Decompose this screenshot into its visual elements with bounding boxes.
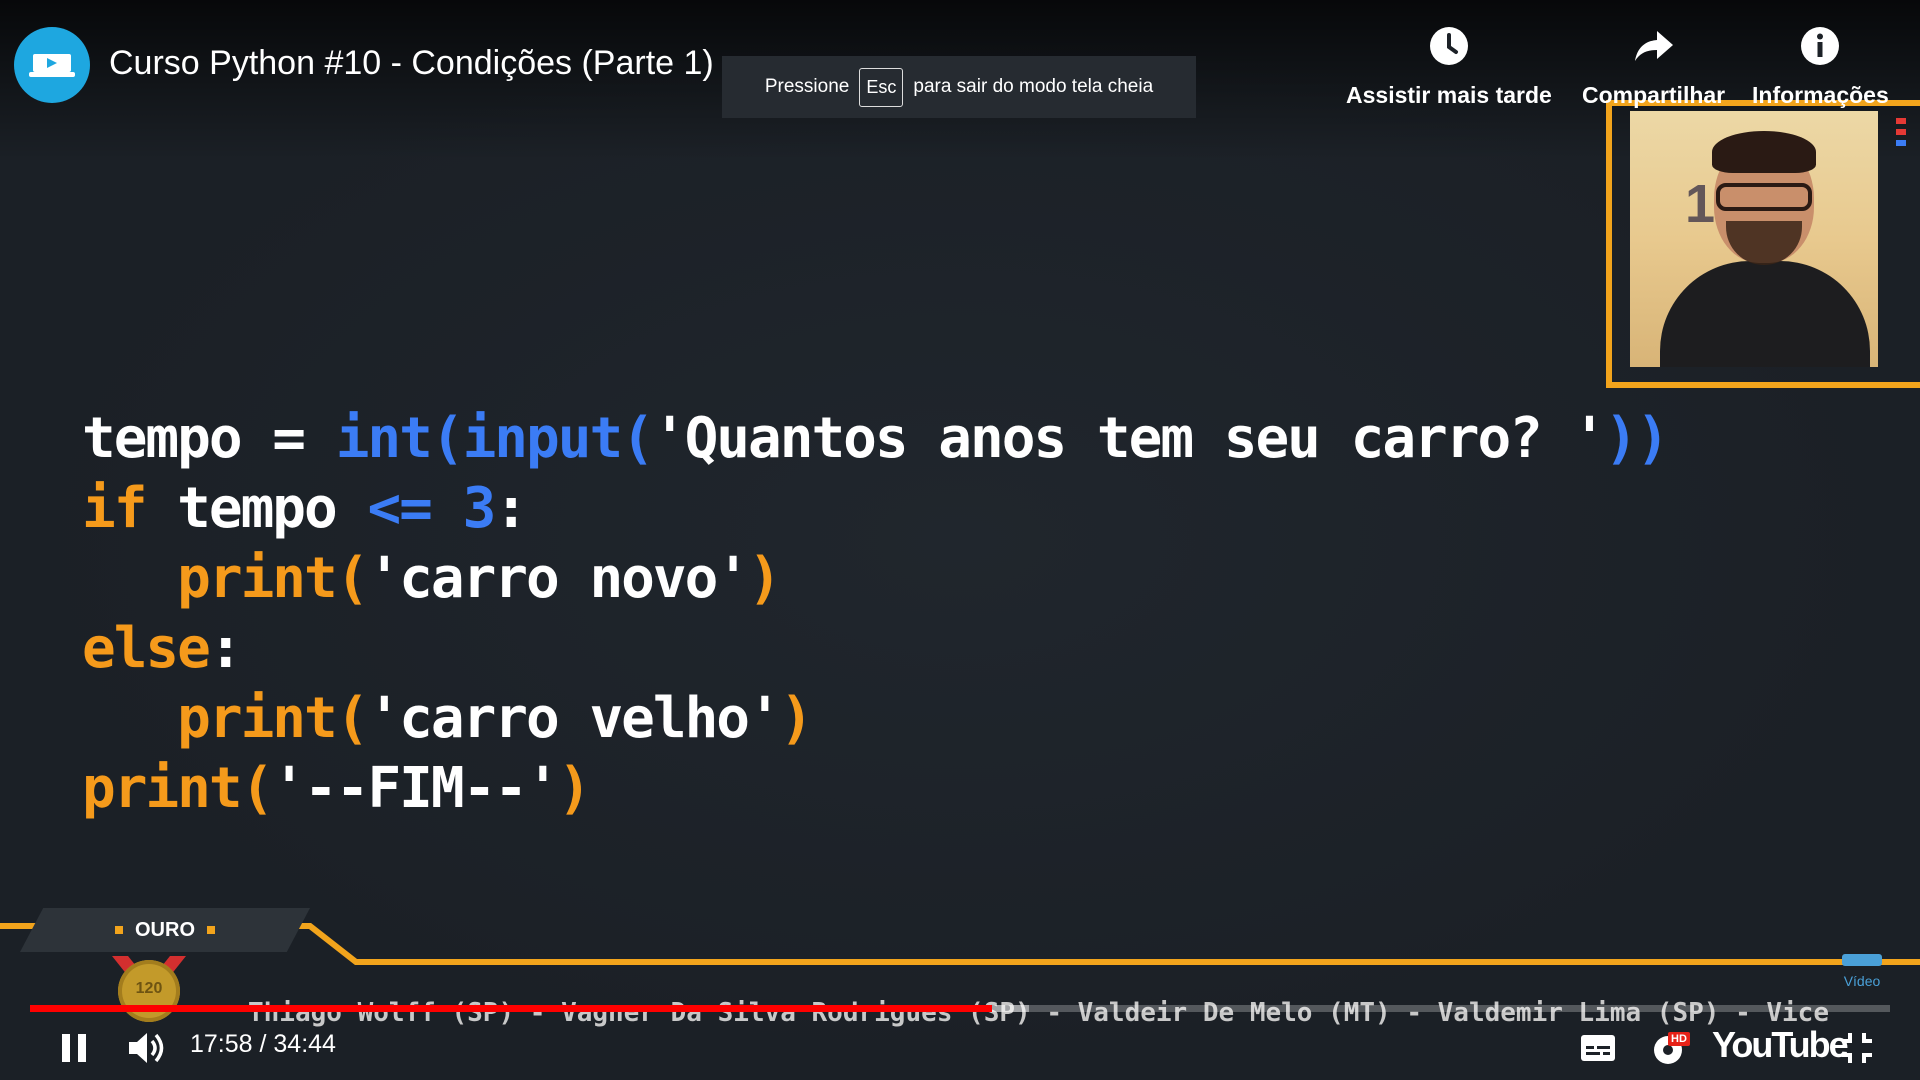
subtitles-button[interactable] bbox=[1578, 1030, 1618, 1066]
volume-icon bbox=[129, 1033, 164, 1063]
code-line: tempo = int(input('Quantos anos tem seu … bbox=[82, 404, 1670, 474]
share-label: Compartilhar bbox=[1582, 82, 1726, 108]
medal-icon: 120 bbox=[118, 960, 180, 1022]
code-token: '--FIM--' bbox=[272, 756, 559, 821]
code-token: 'Quantos anos tem seu carro? ' bbox=[652, 406, 1606, 471]
code-token: tempo bbox=[177, 476, 368, 541]
info-label: Informações bbox=[1752, 82, 1889, 108]
esc-key: Esc bbox=[859, 67, 904, 107]
pause-icon bbox=[62, 1034, 86, 1062]
clock-icon bbox=[1429, 27, 1468, 65]
exit-fullscreen-button[interactable] bbox=[1838, 1030, 1876, 1066]
channel-logo-icon bbox=[29, 54, 75, 77]
code-token: tempo = bbox=[82, 406, 336, 471]
code-token: else bbox=[82, 616, 211, 681]
subtitles-icon bbox=[1581, 1035, 1615, 1061]
presenter-hair bbox=[1712, 131, 1816, 173]
code-line: else: bbox=[82, 614, 1668, 684]
code-token: ) bbox=[748, 546, 782, 611]
share-button[interactable]: Compartilhar bbox=[1582, 22, 1725, 109]
video-frame[interactable]: 1 et tempo = int(input('Quantos anos tem… bbox=[0, 0, 1920, 1080]
tier-label: OURO bbox=[135, 918, 195, 941]
side-decoration bbox=[1896, 118, 1906, 151]
pause-button[interactable] bbox=[56, 1030, 92, 1066]
code-line: print('carro novo') bbox=[82, 544, 1668, 614]
volume-button[interactable] bbox=[126, 1028, 170, 1068]
youtube-logo[interactable]: YouTube bbox=[1712, 1024, 1849, 1066]
presenter-body bbox=[1660, 261, 1870, 367]
code-token: 'carro novo' bbox=[367, 546, 750, 611]
code-token: if bbox=[82, 476, 178, 541]
settings-button[interactable]: HD bbox=[1648, 1026, 1694, 1070]
code-token: print( bbox=[82, 686, 369, 751]
toast-prefix: Pressione bbox=[764, 76, 850, 97]
channel-avatar[interactable] bbox=[14, 27, 90, 103]
code-line: print('--FIM--') bbox=[82, 754, 1668, 824]
info-button[interactable]: Informações bbox=[1752, 22, 1889, 109]
code-token: : bbox=[208, 616, 243, 681]
presenter-glasses bbox=[1716, 183, 1812, 211]
code-block: tempo = int(input('Quantos anos tem seu … bbox=[82, 404, 1670, 824]
code-token: ) bbox=[779, 686, 814, 751]
watch-later-button[interactable]: Assistir mais tarde bbox=[1346, 22, 1552, 109]
code-token: )) bbox=[1604, 406, 1669, 471]
progress-bar[interactable] bbox=[30, 1005, 1890, 1012]
fullscreen-exit-toast: Pressione Esc para sair do modo tela che… bbox=[722, 56, 1196, 118]
code-token: ) bbox=[557, 756, 592, 821]
code-token: <= 3 bbox=[367, 476, 496, 541]
brand-watermark-icon bbox=[1842, 954, 1882, 966]
code-line: if tempo <= 3: bbox=[82, 474, 1668, 544]
exit-fullscreen-icon bbox=[1842, 1033, 1872, 1063]
time-display: 17:58 / 34:44 bbox=[190, 1030, 336, 1058]
brand-watermark: Vídeo bbox=[1840, 950, 1884, 989]
supporters-ticker: Thiago Wolff (SP) - Vagner Da Silva Rodr… bbox=[248, 998, 1829, 1028]
share-icon bbox=[1634, 31, 1673, 61]
code-token: : bbox=[494, 476, 528, 541]
brand-watermark-label: Vídeo bbox=[1843, 973, 1881, 989]
progress-played bbox=[30, 1005, 992, 1012]
code-token: 'carro velho' bbox=[367, 686, 781, 751]
code-line: print('carro velho') bbox=[82, 684, 1668, 754]
medal-number: 120 bbox=[135, 980, 163, 997]
watch-later-label: Assistir mais tarde bbox=[1346, 82, 1552, 108]
code-token: print( bbox=[82, 756, 274, 821]
code-token: int(input( bbox=[335, 406, 655, 471]
hd-badge: HD bbox=[1668, 1032, 1690, 1046]
video-title[interactable]: Curso Python #10 - Condições (Parte 1) bbox=[109, 44, 714, 83]
toast-suffix: para sair do modo tela cheia bbox=[913, 76, 1154, 97]
tier-tag: OURO bbox=[20, 908, 310, 952]
presenter-webcam: 1 et bbox=[1630, 111, 1878, 367]
presenter-beard bbox=[1726, 221, 1802, 265]
code-token: print( bbox=[82, 546, 369, 611]
info-icon bbox=[1801, 27, 1840, 65]
